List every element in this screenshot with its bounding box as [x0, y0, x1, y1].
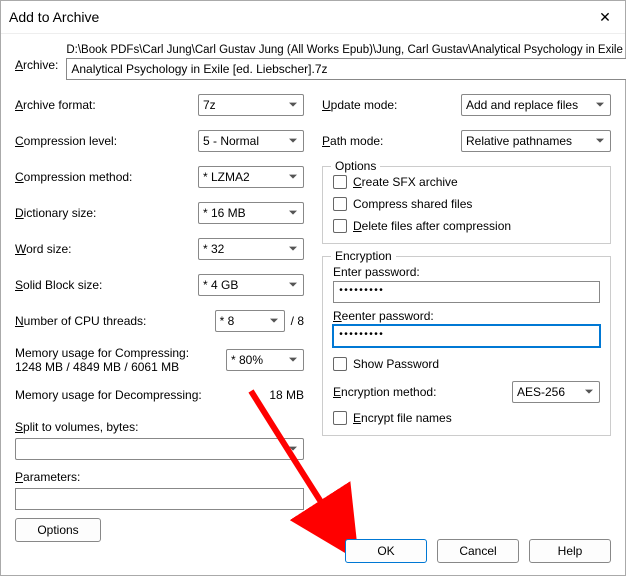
mem-pct-select[interactable]: * 80%: [226, 349, 304, 371]
checkbox-icon: [333, 411, 347, 425]
options-button[interactable]: Options: [15, 518, 101, 542]
checkbox-icon: [333, 197, 347, 211]
method-select[interactable]: * LZMA2: [198, 166, 304, 188]
format-select[interactable]: 7z: [198, 94, 304, 116]
shared-checkbox[interactable]: Compress shared files: [333, 197, 600, 211]
split-label: Split to volumes, bytes:: [15, 420, 304, 434]
add-to-archive-dialog: Add to Archive ✕ Archive: D:\Book PDFs\C…: [0, 0, 626, 576]
split-combo[interactable]: [15, 438, 304, 460]
block-label: Solid Block size:: [15, 278, 198, 292]
threads-total: / 8: [291, 314, 304, 328]
encryption-legend: Encryption: [331, 249, 396, 263]
update-label: Update mode:: [322, 98, 461, 112]
pathmode-label: Path mode:: [322, 134, 461, 148]
checkbox-icon: [333, 219, 347, 233]
archive-path-text: D:\Book PDFs\Carl Jung\Carl Gustav Jung …: [66, 44, 626, 56]
window-title: Add to Archive: [9, 9, 99, 25]
word-label: Word size:: [15, 242, 198, 256]
param-label: Parameters:: [15, 470, 304, 484]
cancel-button[interactable]: Cancel: [437, 539, 519, 563]
level-label: Compression level:: [15, 134, 198, 148]
archive-filename-combo[interactable]: Analytical Psychology in Exile [ed. Lieb…: [66, 58, 626, 80]
titlebar: Add to Archive ✕: [1, 1, 625, 34]
encrypt-names-checkbox[interactable]: Encrypt file names: [333, 411, 600, 425]
format-label: Archive format:: [15, 98, 198, 112]
dict-select[interactable]: * 16 MB: [198, 202, 304, 224]
delete-checkbox[interactable]: Delete files after compression: [333, 219, 600, 233]
dict-label: Dictionary size:: [15, 206, 198, 220]
enc-method-select[interactable]: AES-256: [512, 381, 600, 403]
mem-decomp-value: 18 MB: [269, 388, 304, 402]
reenter-password-input[interactable]: •••••••••: [333, 325, 600, 347]
checkbox-icon: [333, 175, 347, 189]
encryption-fieldset: Encryption Enter password: ••••••••• Ree…: [322, 256, 611, 436]
close-button[interactable]: ✕: [585, 5, 625, 29]
mem-decomp-label: Memory usage for Decompressing:: [15, 388, 269, 402]
enc-method-label: Encryption method:: [333, 385, 436, 399]
method-label: Compression method:: [15, 170, 198, 184]
mem-comp-value: 1248 MB / 4849 MB / 6061 MB: [15, 360, 179, 374]
options-legend: Options: [331, 159, 380, 173]
checkbox-icon: [333, 357, 347, 371]
enter-password-label: Enter password:: [333, 265, 600, 279]
help-button[interactable]: Help: [529, 539, 611, 563]
threads-select[interactable]: * 8: [215, 310, 285, 332]
block-select[interactable]: * 4 GB: [198, 274, 304, 296]
sfx-checkbox[interactable]: Create SFX archive: [333, 175, 600, 189]
word-select[interactable]: * 32: [198, 238, 304, 260]
parameters-input[interactable]: [15, 488, 304, 510]
update-select[interactable]: Add and replace files: [461, 94, 611, 116]
show-password-checkbox[interactable]: Show Password: [333, 357, 600, 371]
password-input[interactable]: •••••••••: [333, 281, 600, 303]
pathmode-select[interactable]: Relative pathnames: [461, 130, 611, 152]
archive-label: Archive:: [15, 44, 58, 72]
threads-label: Number of CPU threads:: [15, 314, 215, 328]
mem-comp-label: Memory usage for Compressing:: [15, 346, 189, 360]
reenter-password-label: Reenter password:: [333, 309, 600, 323]
ok-button[interactable]: OK: [345, 539, 427, 563]
level-select[interactable]: 5 - Normal: [198, 130, 304, 152]
options-fieldset: Options Create SFX archive Compress shar…: [322, 166, 611, 244]
